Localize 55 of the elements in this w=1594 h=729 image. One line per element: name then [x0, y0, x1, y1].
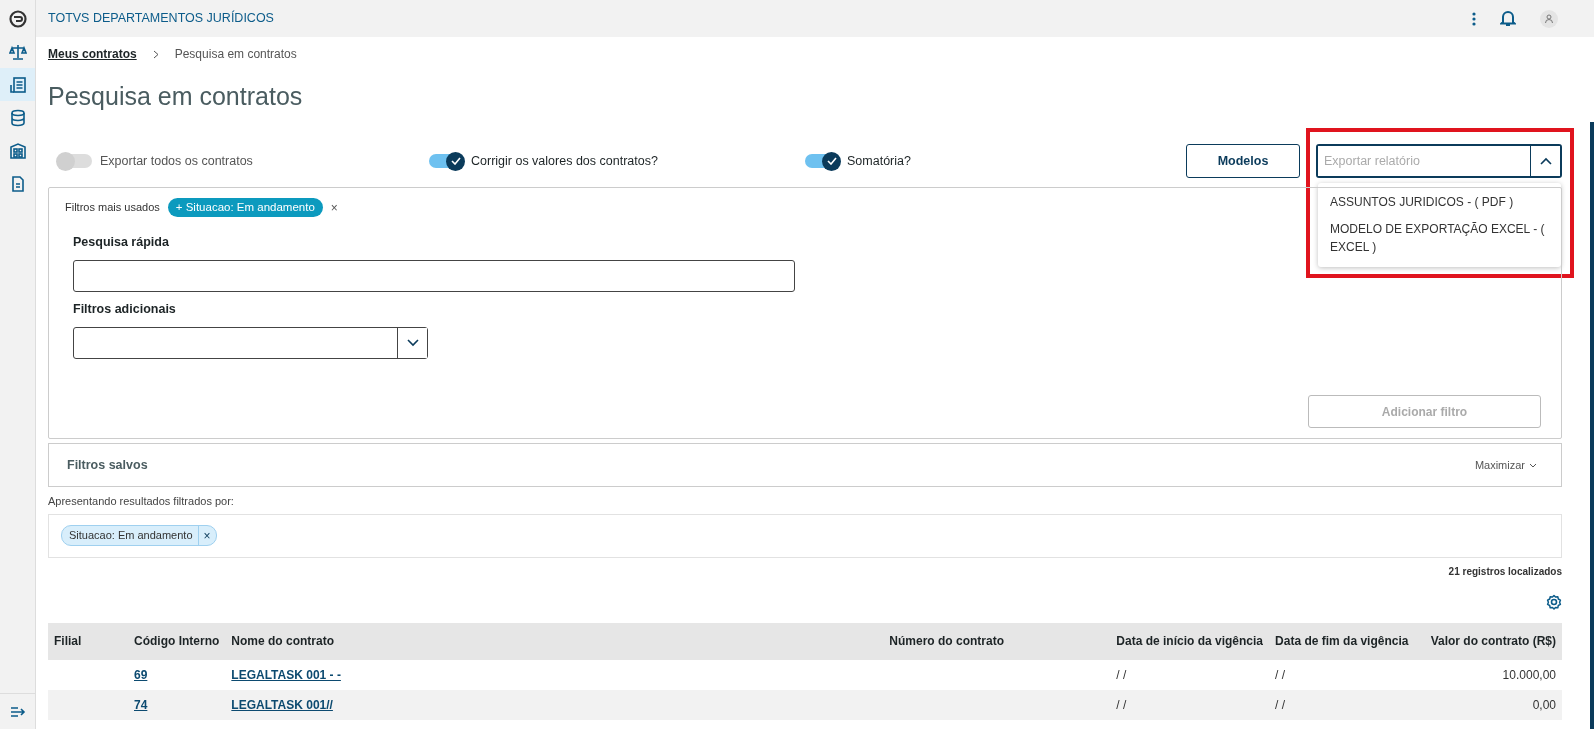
- column-header[interactable]: Nome do contrato: [225, 622, 876, 660]
- toggle-switch[interactable]: [805, 154, 839, 168]
- more-icon[interactable]: [1472, 11, 1476, 26]
- table-cell: / /: [1275, 697, 1286, 712]
- chevron-down-icon[interactable]: [397, 327, 427, 358]
- panel-title: Filtros salvos: [67, 456, 148, 474]
- toggle-switch[interactable]: [58, 154, 92, 168]
- remove-button[interactable]: ×: [330, 198, 338, 217]
- app-title: TOTVS DEPARTAMENTOS JURÍDICOS: [48, 9, 274, 28]
- code-link[interactable]: 74: [134, 697, 148, 712]
- dropdown-option[interactable]: ASSUNTOS JURIDICOS - ( PDF ): [1318, 189, 1561, 216]
- user-avatar-icon[interactable]: [1540, 9, 1558, 28]
- remove-button[interactable]: ×: [198, 529, 216, 542]
- column-header[interactable]: Filial: [48, 622, 128, 660]
- column-header[interactable]: Data de início da vigência: [1110, 622, 1270, 660]
- breadcrumb-current: Pesquisa em contratos: [174, 46, 297, 63]
- table-cell: 0,00: [1532, 697, 1556, 712]
- filter-chip: Situacao: Em andamento ×: [61, 525, 217, 546]
- toggle-label: Corrigir os valores dos contratos?: [471, 152, 658, 170]
- chevron-up-icon[interactable]: [1530, 146, 1560, 176]
- column-header[interactable]: Código Interno: [128, 622, 226, 660]
- contract-link[interactable]: LEGALTASK 001 - -: [231, 667, 341, 682]
- filter-caption: Apresentando resultados filtrados por:: [48, 494, 235, 509]
- column-header[interactable]: Número do contrato: [875, 622, 1111, 660]
- table-cell: 10.000,00: [1502, 667, 1556, 682]
- toggle-label: Exportar todos os contratos: [100, 152, 253, 170]
- table-cell: / /: [1116, 667, 1127, 682]
- models-button[interactable]: Modelos: [1186, 144, 1300, 178]
- table-cell: / /: [1275, 667, 1286, 682]
- results-count: 21 registros localizados: [1447, 564, 1562, 579]
- chevron-down-icon: [1529, 462, 1537, 468]
- filter-select[interactable]: [73, 326, 428, 359]
- table-cell: / /: [1116, 697, 1127, 712]
- maximize-toggle[interactable]: Maximizar: [1468, 455, 1543, 475]
- notification-bell-icon[interactable]: [1500, 10, 1516, 27]
- toggle-label: Somatória?: [847, 152, 911, 170]
- filter-caption: Filtros mais usados: [65, 200, 160, 216]
- page-title: Pesquisa em contratos: [48, 81, 304, 111]
- contract-link[interactable]: LEGALTASK 001//: [231, 697, 333, 712]
- scrollbar[interactable]: [1590, 122, 1594, 729]
- quick-search-field[interactable]: [73, 260, 795, 292]
- toggle-switch[interactable]: [429, 154, 463, 168]
- breadcrumb-link[interactable]: Meus contratos: [48, 45, 137, 63]
- field-label: Pesquisa rápida: [73, 234, 169, 252]
- code-link[interactable]: 69: [134, 667, 148, 682]
- settings-icon[interactable]: [1546, 594, 1562, 611]
- dropdown-option[interactable]: MODELO DE EXPORTAÇÃO EXCEL - ( EXCEL ): [1318, 215, 1561, 261]
- field-label: Filtros adicionais: [73, 301, 176, 318]
- check-icon: [450, 157, 461, 165]
- report-icon[interactable]: [0, 68, 35, 101]
- column-header[interactable]: Valor do contrato (R$): [1414, 622, 1562, 660]
- export-select[interactable]: Exportar relatório: [1316, 144, 1562, 178]
- check-icon: [826, 157, 837, 165]
- chevron-right-icon: [152, 49, 159, 59]
- column-header[interactable]: Data de fim da vigência: [1269, 622, 1415, 660]
